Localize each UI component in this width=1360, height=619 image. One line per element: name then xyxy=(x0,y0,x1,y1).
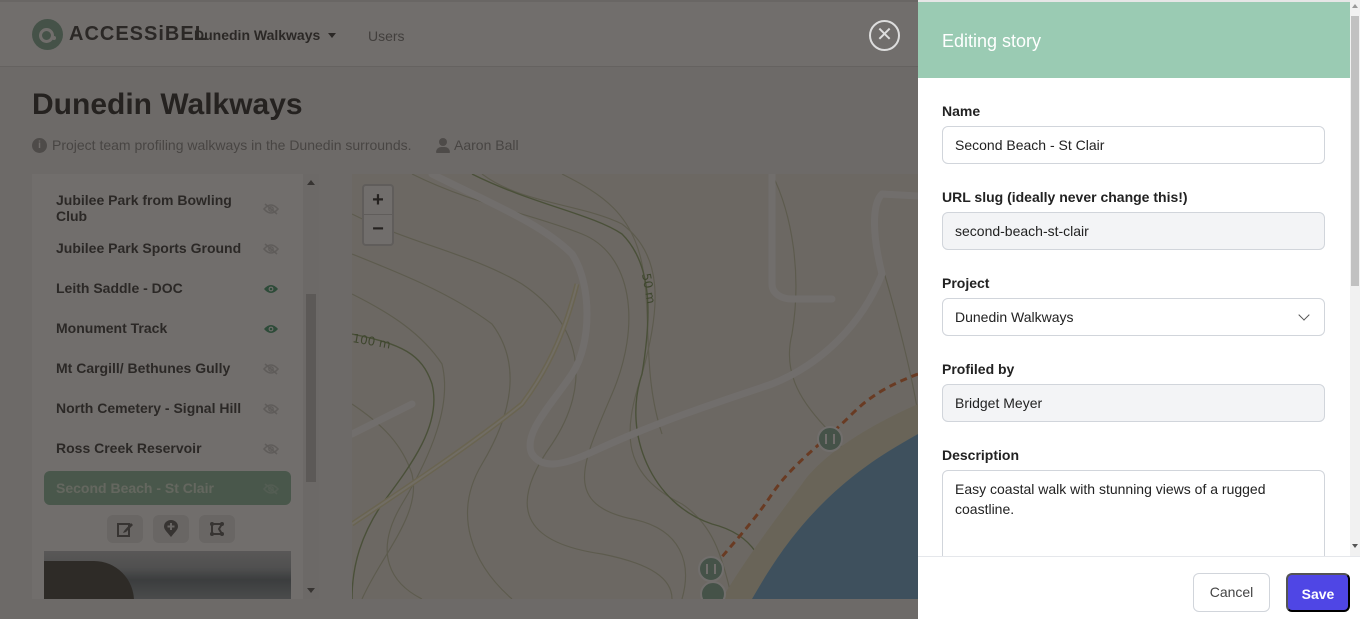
close-icon: ✕ xyxy=(876,24,893,46)
drawer-form: Name Second Beach - St Clair URL slug (i… xyxy=(918,78,1350,556)
chevron-down-icon xyxy=(1298,309,1310,321)
project-label: Project xyxy=(942,275,990,291)
edit-story-drawer: Editing story Name Second Beach - St Cla… xyxy=(918,0,1360,619)
name-label: Name xyxy=(942,103,981,119)
drawer-scrollbar[interactable] xyxy=(1350,0,1360,556)
close-drawer-button[interactable]: ✕ xyxy=(869,20,900,51)
scroll-down-arrow[interactable] xyxy=(1352,544,1358,548)
slug-label: URL slug (ideally never change this!) xyxy=(942,189,1188,205)
profiled-by-input[interactable]: Bridget Meyer xyxy=(942,384,1325,422)
slug-value: second-beach-st-clair xyxy=(955,223,1089,239)
project-value: Dunedin Walkways xyxy=(955,309,1074,325)
name-value: Second Beach - St Clair xyxy=(955,137,1105,153)
description-label: Description xyxy=(942,447,1020,463)
profiled-by-value: Bridget Meyer xyxy=(955,395,1043,411)
drawer-footer: Cancel Save xyxy=(918,556,1360,619)
project-select[interactable]: Dunedin Walkways xyxy=(942,298,1325,336)
profiled-by-label: Profiled by xyxy=(942,361,1015,377)
drawer-title: Editing story xyxy=(942,31,1042,51)
slug-input[interactable]: second-beach-st-clair xyxy=(942,212,1325,250)
scroll-up-arrow[interactable] xyxy=(1352,4,1358,8)
description-textarea[interactable]: Easy coastal walk with stunning views of… xyxy=(942,470,1325,556)
scroll-thumb[interactable] xyxy=(1351,16,1359,286)
save-button[interactable]: Save xyxy=(1286,573,1350,612)
name-input[interactable]: Second Beach - St Clair xyxy=(942,126,1325,164)
drawer-header: Editing story xyxy=(918,0,1350,78)
cancel-button[interactable]: Cancel xyxy=(1193,573,1270,612)
